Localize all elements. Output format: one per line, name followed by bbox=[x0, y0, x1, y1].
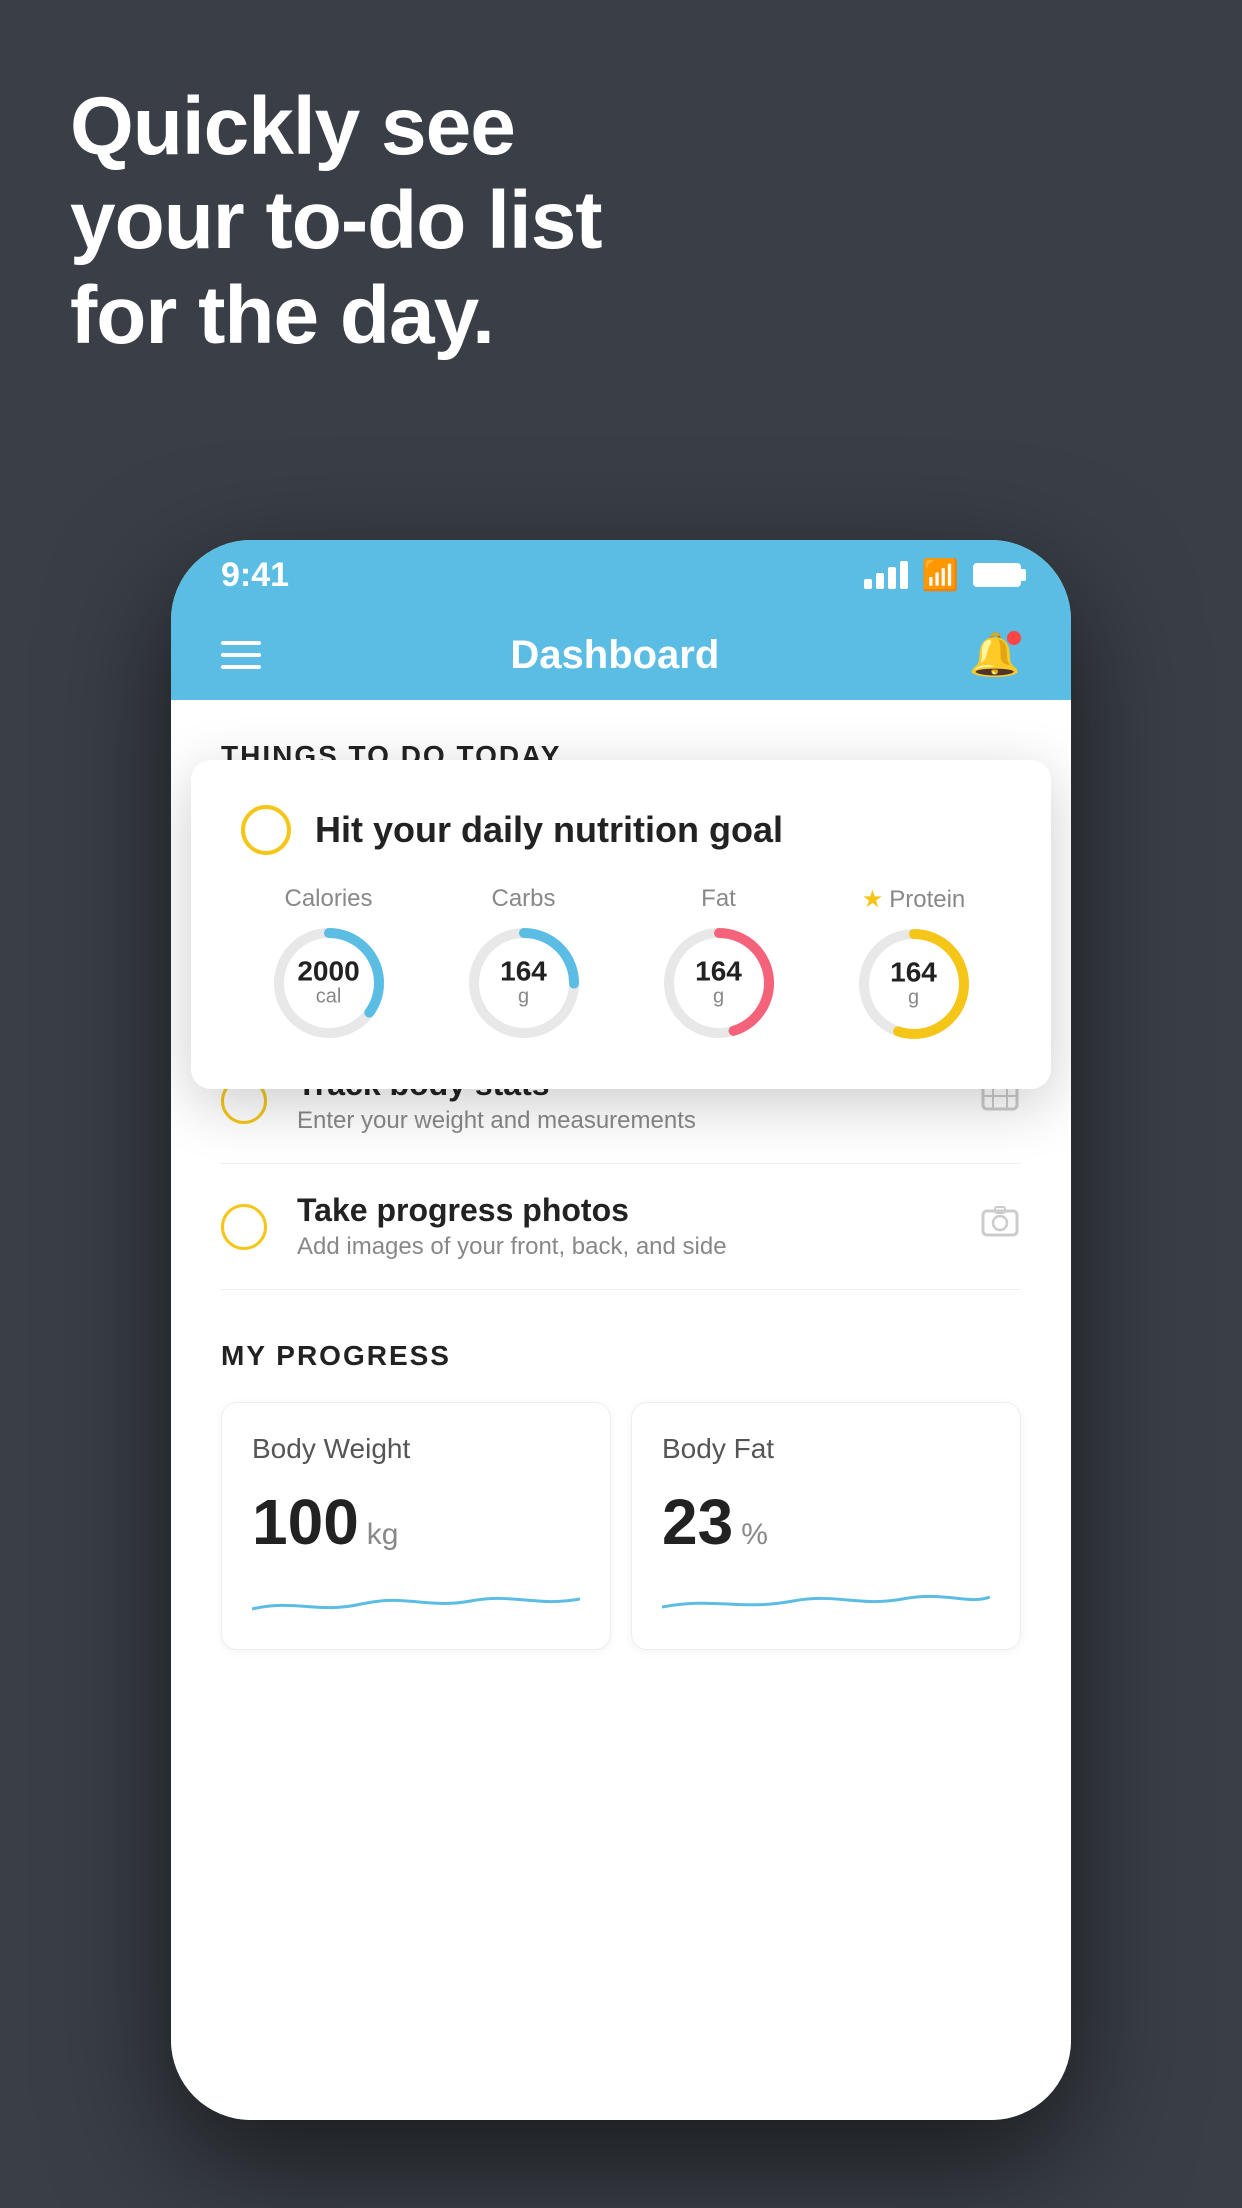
headline-line2: your to-do list bbox=[70, 174, 602, 268]
headline: Quickly see your to-do list for the day. bbox=[70, 80, 602, 363]
goal-check-circle[interactable] bbox=[241, 805, 291, 855]
body-weight-unit: kg bbox=[367, 1518, 399, 1552]
star-icon: ★ bbox=[862, 885, 884, 914]
battery-icon bbox=[973, 563, 1021, 587]
card-title-row: Hit your daily nutrition goal bbox=[241, 805, 1001, 855]
progress-title: MY PROGRESS bbox=[221, 1340, 1021, 1372]
nutrition-row: Calories 2000 cal Carbs bbox=[241, 885, 1001, 1044]
body-fat-number: 23 bbox=[662, 1485, 733, 1559]
progress-photos-text: Take progress photos Add images of your … bbox=[297, 1192, 949, 1261]
fat-value: 164 g bbox=[695, 958, 742, 1009]
body-weight-number: 100 bbox=[252, 1485, 359, 1559]
notification-button[interactable]: 🔔 bbox=[969, 631, 1021, 680]
status-time: 9:41 bbox=[221, 556, 289, 595]
fat-circle: 164 g bbox=[659, 923, 779, 1043]
status-icons: 📶 bbox=[864, 558, 1021, 593]
protein-item: ★ Protein 164 g bbox=[854, 885, 974, 1044]
fat-label: Fat bbox=[701, 885, 736, 913]
carbs-circle: 164 g bbox=[464, 923, 584, 1043]
progress-photos-check[interactable] bbox=[221, 1204, 267, 1250]
body-weight-chart bbox=[252, 1579, 580, 1619]
calories-label: Calories bbox=[284, 885, 372, 913]
body-fat-value: 23 % bbox=[662, 1485, 990, 1559]
nav-bar: Dashboard 🔔 bbox=[171, 610, 1071, 700]
body-weight-card[interactable]: Body Weight 100 kg bbox=[221, 1402, 611, 1650]
body-fat-chart bbox=[662, 1579, 990, 1619]
signal-icon bbox=[864, 561, 908, 589]
carbs-item: Carbs 164 g bbox=[464, 885, 584, 1044]
nutrition-goal-card[interactable]: Hit your daily nutrition goal Calories 2… bbox=[191, 760, 1051, 1089]
notification-badge bbox=[1007, 631, 1021, 645]
todo-item-progress-photos[interactable]: Take progress photos Add images of your … bbox=[221, 1164, 1021, 1290]
body-weight-label: Body Weight bbox=[252, 1433, 580, 1465]
headline-line1: Quickly see bbox=[70, 80, 602, 174]
photo-icon bbox=[979, 1201, 1021, 1253]
headline-line3: for the day. bbox=[70, 269, 602, 363]
body-stats-subtitle: Enter your weight and measurements bbox=[297, 1107, 949, 1135]
calories-circle: 2000 cal bbox=[269, 923, 389, 1043]
phone-frame: 9:41 📶 Dashboard 🔔 THINGS TO DO TODAY bbox=[171, 540, 1071, 2120]
status-bar: 9:41 📶 bbox=[171, 540, 1071, 610]
protein-circle: 164 g bbox=[854, 924, 974, 1044]
protein-label: ★ Protein bbox=[862, 885, 966, 914]
progress-cards: Body Weight 100 kg Body Fat 23 bbox=[221, 1402, 1021, 1650]
calories-value: 2000 cal bbox=[297, 958, 359, 1009]
fat-item: Fat 164 g bbox=[659, 885, 779, 1044]
body-weight-value: 100 kg bbox=[252, 1485, 580, 1559]
body-fat-label: Body Fat bbox=[662, 1433, 990, 1465]
protein-value: 164 g bbox=[890, 959, 937, 1010]
card-title: Hit your daily nutrition goal bbox=[315, 809, 783, 851]
calories-item: Calories 2000 cal bbox=[269, 885, 389, 1044]
body-fat-card[interactable]: Body Fat 23 % bbox=[631, 1402, 1021, 1650]
nav-title: Dashboard bbox=[510, 633, 719, 678]
wifi-icon: 📶 bbox=[922, 558, 959, 593]
app-content: THINGS TO DO TODAY Hit your daily nutrit… bbox=[171, 700, 1071, 2120]
carbs-label: Carbs bbox=[491, 885, 555, 913]
progress-photos-title: Take progress photos bbox=[297, 1192, 949, 1229]
progress-photos-subtitle: Add images of your front, back, and side bbox=[297, 1233, 949, 1261]
body-fat-unit: % bbox=[741, 1518, 768, 1552]
progress-section: MY PROGRESS Body Weight 100 kg Body bbox=[171, 1290, 1071, 1650]
menu-button[interactable] bbox=[221, 641, 261, 669]
carbs-value: 164 g bbox=[500, 958, 547, 1009]
